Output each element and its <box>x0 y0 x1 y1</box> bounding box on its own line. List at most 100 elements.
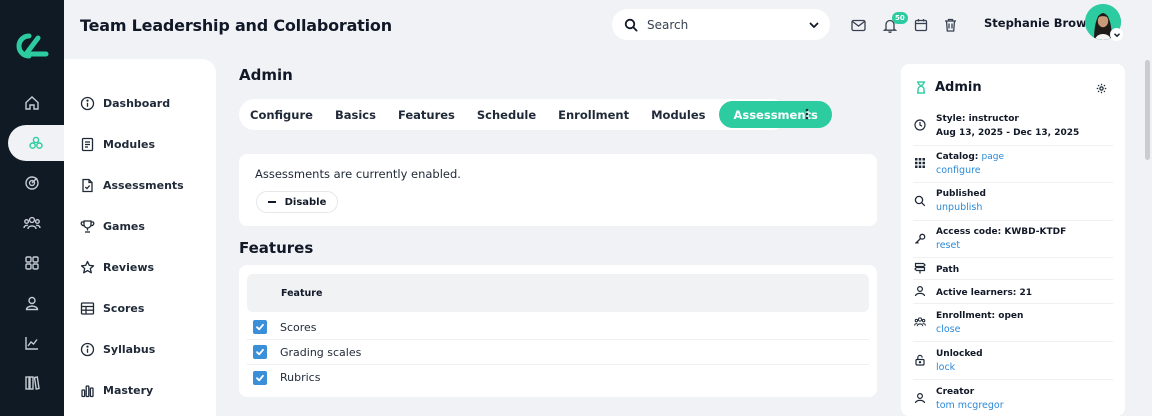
tabs-more-button[interactable] <box>800 106 814 122</box>
hourglass-icon <box>917 81 925 94</box>
panel-item-path: Path <box>913 258 1113 280</box>
info-icon <box>80 342 95 356</box>
panel-item-access-code: Access code: KWBD-KTDF reset <box>913 221 1113 258</box>
grading-scales-checkbox[interactable] <box>253 345 267 359</box>
disable-button-label: Disable <box>284 196 327 208</box>
sidebar-item-modules[interactable]: Modules <box>80 134 155 154</box>
access-code-reset-link[interactable]: reset <box>936 240 960 251</box>
admin-info-panel: Admin Style: instructor Aug 13, 2025 - D… <box>901 64 1125 416</box>
unpublish-link[interactable]: unpublish <box>936 202 982 213</box>
rail-chart[interactable] <box>0 325 64 361</box>
lock-link[interactable]: lock <box>936 362 955 373</box>
catalog-configure-link[interactable]: configure <box>936 165 981 176</box>
sidebar-item-reviews[interactable]: Reviews <box>80 257 154 277</box>
tab-assessments[interactable]: Assessments <box>719 101 832 128</box>
sidebar-item-assessments[interactable]: Assessments <box>80 175 184 195</box>
tab-configure[interactable]: Configure <box>242 101 321 128</box>
account-menu-toggle[interactable] <box>1110 28 1123 41</box>
unlock-icon <box>914 354 926 366</box>
app-logo[interactable] <box>12 30 52 62</box>
check-icon <box>256 323 264 331</box>
bar-chart-icon <box>81 384 94 397</box>
mail-icon <box>850 19 866 31</box>
sidebar-item-dashboard[interactable]: Dashboard <box>80 93 170 113</box>
calendar-button[interactable] <box>912 16 930 34</box>
panel-item-published: Published unpublish <box>913 183 1113 221</box>
rail-library[interactable] <box>0 365 64 401</box>
admin-tabs: Configure Basics Features Schedule Enrol… <box>239 99 832 130</box>
info-icon <box>80 96 95 110</box>
table-header-feature: Feature <box>247 274 869 312</box>
features-table: Feature Scores Grading scales Rubrics <box>239 265 877 397</box>
user-icon <box>914 285 926 297</box>
features-title: Features <box>239 239 314 257</box>
more-vertical-icon <box>805 108 809 120</box>
library-icon <box>25 376 40 390</box>
tab-schedule[interactable]: Schedule <box>469 101 544 128</box>
signpost-icon <box>914 262 926 274</box>
people-icon <box>23 216 41 230</box>
file-check-icon <box>82 178 93 192</box>
table-row: Rubrics <box>247 365 869 390</box>
course-sidenav: Dashboard Modules Assessments Games Revi… <box>64 59 216 416</box>
sidebar-item-syllabus[interactable]: Syllabus <box>80 339 155 359</box>
panel-item-unlocked: Unlocked lock <box>913 342 1113 380</box>
status-card: Assessments are currently enabled. Disab… <box>239 154 877 226</box>
gear-icon[interactable] <box>1096 83 1107 94</box>
trash-button[interactable] <box>941 16 959 34</box>
home-icon <box>25 96 39 110</box>
tab-enrollment[interactable]: Enrollment <box>550 101 637 128</box>
tab-modules[interactable]: Modules <box>643 101 713 128</box>
sidebar-item-scores[interactable]: Scores <box>80 298 144 318</box>
rubrics-checkbox[interactable] <box>253 370 267 385</box>
page-scrollbar[interactable] <box>1145 60 1150 160</box>
search-box[interactable]: Search <box>612 9 830 40</box>
check-icon <box>256 374 264 381</box>
clock-icon <box>914 119 926 131</box>
rail-user[interactable] <box>0 285 64 321</box>
search-icon <box>624 18 638 31</box>
trash-icon <box>944 18 956 32</box>
check-icon <box>256 348 264 356</box>
assessments-status-text: Assessments are currently enabled. <box>255 167 461 181</box>
rail-grid[interactable] <box>0 245 64 281</box>
scores-checkbox[interactable] <box>253 320 267 334</box>
creator-link[interactable]: tom mcgregor <box>936 400 1004 411</box>
table-row: Grading scales <box>247 340 869 365</box>
panel-item-enrollment: Enrollment: open close <box>913 304 1113 342</box>
catalog-page-link[interactable]: page <box>982 152 1004 162</box>
grid-icon <box>25 256 39 270</box>
target-icon <box>25 176 39 190</box>
star-icon <box>80 260 95 273</box>
disable-button[interactable]: Disable <box>256 191 338 213</box>
panel-item-creator: Creator tom mcgregor <box>913 380 1113 416</box>
user-icon <box>25 296 39 311</box>
table-row: Scores <box>247 315 869 340</box>
minus-icon <box>267 201 276 203</box>
panel-item-style: Style: instructor Aug 13, 2025 - Dec 13,… <box>913 108 1113 146</box>
rail-home[interactable] <box>0 85 64 121</box>
panel-item-active-learners: Active learners: 21 <box>913 280 1113 304</box>
chevron-down-icon[interactable] <box>808 19 820 31</box>
panel-title: Admin <box>935 80 982 95</box>
tab-features[interactable]: Features <box>390 101 463 128</box>
table-icon <box>80 301 95 315</box>
sidebar-item-games[interactable]: Games <box>80 216 145 236</box>
calendar-icon <box>914 19 928 32</box>
sidebar-item-mastery[interactable]: Mastery <box>80 380 153 400</box>
enrollment-close-link[interactable]: close <box>936 324 960 335</box>
user-name[interactable]: Stephanie Brown <box>984 16 1095 30</box>
search-input[interactable]: Search <box>647 18 808 32</box>
mail-button[interactable] <box>849 16 867 34</box>
notebook-icon <box>81 137 94 151</box>
search-icon <box>914 195 926 207</box>
panel-item-catalog: Catalog: page configure <box>913 146 1113 183</box>
grid-dots-icon <box>914 157 926 169</box>
rail-modules[interactable] <box>8 125 64 161</box>
rail-people[interactable] <box>0 205 64 241</box>
key-icon <box>914 233 926 245</box>
rail-target[interactable] <box>0 165 64 201</box>
section-title: Admin <box>239 66 293 84</box>
tab-basics[interactable]: Basics <box>327 101 384 128</box>
modules-cluster-icon <box>29 136 43 149</box>
